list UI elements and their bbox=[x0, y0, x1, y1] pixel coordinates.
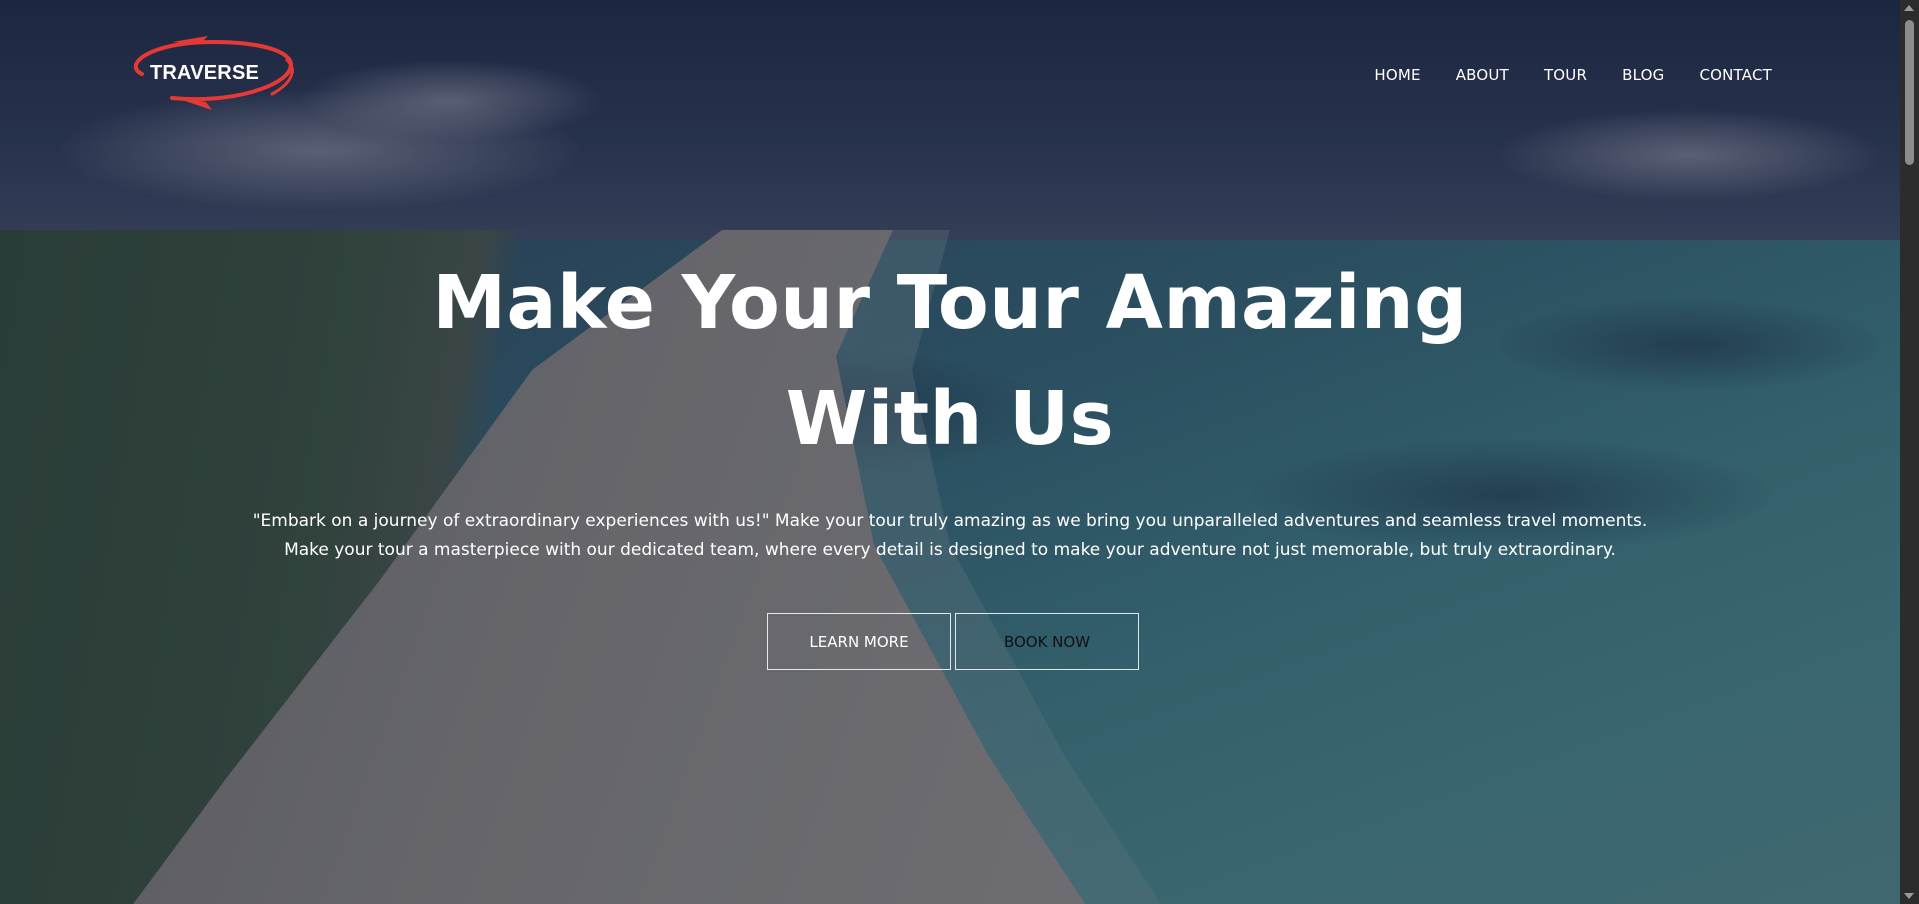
nav-item-about[interactable]: ABOUT bbox=[1456, 66, 1509, 84]
nav-item-home[interactable]: HOME bbox=[1374, 66, 1420, 84]
learn-more-button[interactable]: LEARN MORE bbox=[767, 613, 951, 670]
scrollbar-thumb[interactable] bbox=[1905, 20, 1914, 165]
main-nav: HOME ABOUT TOUR BLOG CONTACT bbox=[1374, 66, 1772, 84]
scroll-up-arrow-icon[interactable] bbox=[1904, 5, 1914, 11]
hero-title-line-1: Make Your Tour Amazing bbox=[432, 260, 1468, 346]
hero-title: Make Your Tour Amazing With Us bbox=[0, 245, 1900, 477]
scroll-down-arrow-icon[interactable] bbox=[1904, 893, 1914, 899]
nav-item-contact[interactable]: CONTACT bbox=[1699, 66, 1772, 84]
hero-description-line-1: "Embark on a journey of extraordinary ex… bbox=[252, 511, 1648, 531]
vertical-scrollbar[interactable] bbox=[1900, 0, 1919, 904]
hero-section: Make Your Tour Amazing With Us "Embark o… bbox=[0, 245, 1900, 565]
book-now-button[interactable]: BOOK NOW bbox=[955, 613, 1139, 670]
hero-description: "Embark on a journey of extraordinary ex… bbox=[240, 507, 1660, 565]
hero-title-line-2: With Us bbox=[785, 376, 1115, 462]
nav-item-tour[interactable]: TOUR bbox=[1544, 66, 1587, 84]
page: TRAVERSE HOME ABOUT TOUR BLOG CONTACT Ma… bbox=[0, 0, 1919, 904]
brand-name: TRAVERSE bbox=[150, 62, 260, 84]
nav-item-blog[interactable]: BLOG bbox=[1622, 66, 1664, 84]
hero-buttons: LEARN MORE BOOK NOW bbox=[767, 613, 1139, 670]
hero-description-line-2: Make your tour a masterpiece with our de… bbox=[284, 540, 1616, 560]
